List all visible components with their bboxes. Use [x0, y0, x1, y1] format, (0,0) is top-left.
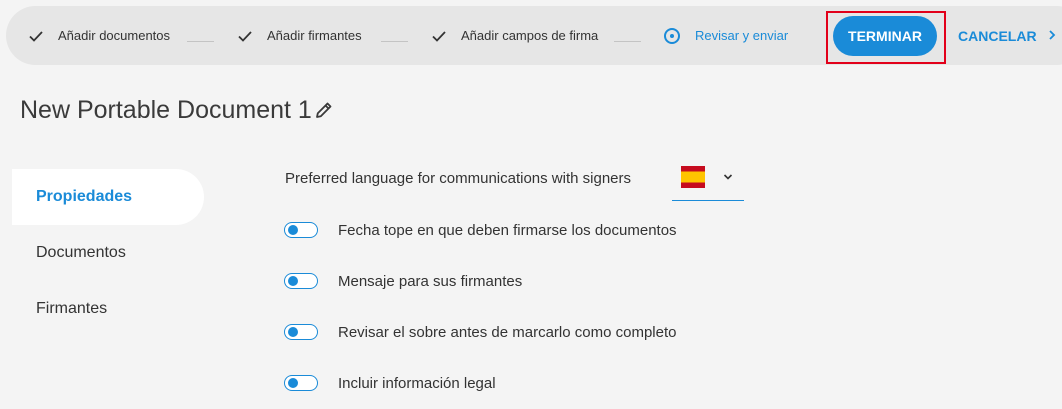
toggle-knob: [288, 225, 298, 235]
check-icon: [238, 30, 252, 42]
sidebar-item-properties[interactable]: Propiedades: [12, 169, 204, 225]
review-toggle[interactable]: [284, 324, 318, 340]
message-toggle[interactable]: [284, 273, 318, 289]
step-label: Añadir documentos: [58, 28, 171, 43]
toggle-label: Incluir información legal: [338, 374, 496, 392]
check-icon: [432, 30, 446, 42]
toggle-label: Fecha tope en que deben firmarse los doc…: [338, 221, 677, 239]
toggle-row-legal: Incluir información legal: [284, 373, 496, 393]
sidebar-item-label: Firmantes: [36, 300, 108, 317]
language-select[interactable]: [672, 156, 744, 201]
step-connector: [614, 41, 641, 42]
sidebar-item-label: Documentos: [36, 244, 126, 261]
toggle-row-review: Revisar el sobre antes de marcarlo como …: [284, 322, 676, 342]
sidebar-item-signers[interactable]: Firmantes: [12, 281, 204, 337]
toggle-label: Revisar el sobre antes de marcarlo como …: [338, 323, 677, 341]
step-add-signature-fields[interactable]: Añadir campos de firma: [431, 6, 598, 65]
sidebar-item-label: Propiedades: [36, 188, 133, 205]
step-review-and-send[interactable]: Revisar y enviar: [664, 6, 788, 65]
toggle-label: Mensaje para sus firmantes: [338, 272, 523, 290]
spain-flag-icon: [681, 166, 705, 188]
document-title: New Portable Document 1: [20, 96, 312, 124]
step-label: Revisar y enviar: [695, 28, 789, 43]
deadline-toggle[interactable]: [284, 222, 318, 238]
step-connector: [381, 41, 408, 42]
legal-info-toggle[interactable]: [284, 375, 318, 391]
toggle-knob: [288, 327, 298, 337]
pencil-icon[interactable]: [314, 100, 334, 120]
step-label: Añadir firmantes: [267, 28, 362, 43]
current-step-icon: [664, 27, 680, 44]
toggle-row-deadline: Fecha tope en que deben firmarse los doc…: [284, 220, 677, 240]
toggle-knob: [288, 378, 298, 388]
sidebar-item-documents[interactable]: Documentos: [12, 225, 204, 281]
toggle-row-message: Mensaje para sus firmantes: [284, 271, 522, 291]
step-add-signers[interactable]: Añadir firmantes: [237, 6, 362, 65]
check-icon: [29, 30, 43, 42]
step-label: Añadir campos de firma: [461, 28, 599, 43]
highlight-box: [826, 11, 946, 64]
page-title: New Portable Document 1: [20, 96, 334, 125]
cancel-button[interactable]: CANCELAR: [958, 16, 1037, 56]
step-connector: [187, 41, 214, 42]
step-add-documents[interactable]: Añadir documentos: [28, 6, 170, 65]
language-label: Preferred language for communications wi…: [285, 170, 632, 187]
toggle-knob: [288, 276, 298, 286]
chevron-right-icon[interactable]: [1047, 28, 1057, 42]
chevron-down-icon: [723, 174, 733, 180]
